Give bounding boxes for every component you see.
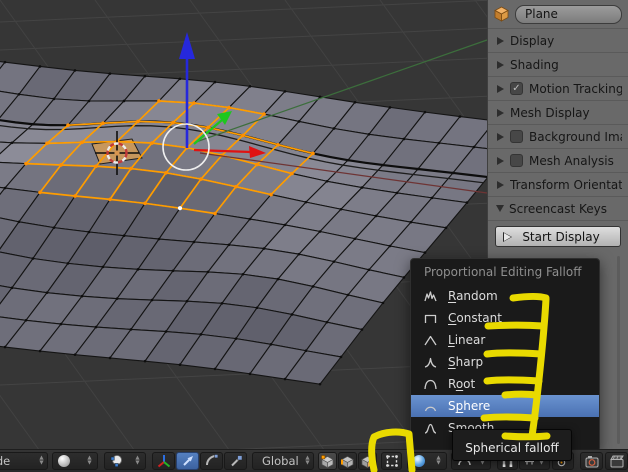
falloff-linear-icon (422, 334, 439, 347)
section-label: Mesh Analysis (529, 154, 614, 168)
mode-dropdown[interactable]: Edit Mode ▲▼ (0, 452, 48, 470)
scale-manipulator-button[interactable] (224, 452, 247, 470)
panel-section-display[interactable]: Display (488, 28, 628, 52)
menu-item-label: Constant (448, 311, 502, 325)
menu-item-label: Linear (448, 333, 485, 347)
section-label: Background Images (529, 130, 622, 144)
falloff-root-icon (422, 378, 439, 391)
section-label: Mesh Display (510, 106, 590, 120)
falloff-random-icon (422, 290, 439, 303)
section-label: Screencast Keys (509, 202, 607, 216)
panel-section-shading[interactable]: Shading (488, 52, 628, 76)
menu-item-label: Root (448, 377, 475, 391)
menu-item-constant[interactable]: Constant (411, 307, 599, 329)
tooltip-text: Spherical falloff (465, 441, 558, 455)
proportional-editing-icon (413, 455, 425, 467)
menu-item-label: Sphere (448, 399, 490, 413)
section-checkbox[interactable] (510, 130, 523, 143)
edge-select-icon (341, 455, 354, 468)
falloff-smooth-icon (422, 422, 439, 435)
pivot-point-icon (109, 454, 123, 468)
falloff-constant-icon (422, 312, 439, 325)
section-checkbox[interactable]: ✓ (510, 82, 523, 95)
menu-item-label: Random (448, 289, 498, 303)
section-checkbox[interactable] (510, 154, 523, 167)
pivot-point-dropdown[interactable]: ▲▼ (104, 452, 146, 470)
stepper-icon: ▲▼ (302, 456, 313, 466)
translate-manipulator-button[interactable] (176, 452, 199, 470)
render-still-button[interactable] (580, 452, 603, 470)
panel-section-screencast-keys[interactable]: Screencast Keys (488, 196, 628, 220)
scale-icon (229, 454, 243, 468)
menu-title: Proportional Editing Falloff (411, 259, 599, 285)
falloff-sphere-icon (422, 400, 439, 413)
proportional-falloff-menu: Proportional Editing Falloff Random Const… (410, 258, 600, 452)
menu-item-sphere[interactable]: Sphere (411, 395, 599, 417)
panel-section-transform-orientations[interactable]: Transform Orientations (488, 172, 628, 196)
face-select-icon (361, 455, 374, 468)
panel-section-motion-tracking[interactable]: ✓ Motion Tracking (488, 76, 628, 100)
translate-arrow-icon (181, 454, 195, 468)
panel-section-mesh-analysis[interactable]: Mesh Analysis (488, 148, 628, 172)
play-icon (503, 232, 512, 242)
clapperboard-icon (610, 455, 624, 468)
section-label: Motion Tracking (529, 82, 622, 96)
menu-item-random[interactable]: Random (411, 285, 599, 307)
object-name-row: Plane (488, 0, 628, 28)
edge-select-button[interactable] (338, 452, 357, 470)
render-animation-button[interactable] (605, 452, 628, 470)
disclosure-triangle-icon[interactable] (497, 133, 504, 141)
vertex-select-button[interactable] (318, 452, 337, 470)
stepper-icon: ▲▼ (84, 456, 95, 466)
screencast-keys-body: Start Display (488, 220, 628, 250)
menu-item-label: Sharp (448, 355, 483, 369)
disclosure-triangle-icon[interactable] (497, 109, 504, 117)
viewport-shading-dropdown[interactable]: ▲▼ (52, 452, 98, 470)
stepper-icon: ▲▼ (132, 456, 143, 466)
transform-orientation-dropdown[interactable]: Global ▲▼ (252, 452, 314, 470)
panel-section-background-images[interactable]: Background Images (488, 124, 628, 148)
start-display-button[interactable]: Start Display (495, 226, 621, 247)
blender-window: Plane Display Shading ✓ Motion Tracking Mesh… (0, 0, 628, 472)
falloff-sharp-icon (422, 356, 439, 369)
disclosure-triangle-icon[interactable] (497, 181, 504, 189)
render-camera-icon (585, 455, 599, 468)
menu-item-linear[interactable]: Linear (411, 329, 599, 351)
disclosure-triangle-icon[interactable] (497, 37, 504, 45)
manipulator-axes-icon (157, 454, 171, 468)
vertex-select-icon (321, 455, 334, 468)
stepper-icon: ▲▼ (36, 456, 47, 466)
section-label: Transform Orientations (510, 178, 622, 192)
panel-scrollbar[interactable] (617, 256, 620, 444)
object-name-field[interactable]: Plane (515, 5, 622, 24)
disclosure-triangle-icon[interactable] (496, 205, 504, 212)
face-select-button[interactable] (358, 452, 377, 470)
menu-item-root[interactable]: Root (411, 373, 599, 395)
rotate-arc-icon (205, 454, 219, 468)
section-label: Display (510, 34, 554, 48)
panel-section-mesh-display[interactable]: Mesh Display (488, 100, 628, 124)
manipulator-toggle-button[interactable] (152, 452, 175, 470)
shading-solid-icon (58, 455, 70, 467)
tooltip: Spherical falloff (452, 429, 572, 461)
disclosure-triangle-icon[interactable] (497, 61, 504, 69)
section-label: Shading (510, 58, 559, 72)
proportional-editing-dropdown[interactable]: ▲▼ (407, 452, 447, 470)
stepper-icon: ▲▼ (433, 456, 444, 466)
disclosure-triangle-icon[interactable] (497, 85, 504, 93)
disclosure-triangle-icon[interactable] (497, 157, 504, 165)
occlude-geometry-icon (385, 454, 399, 468)
mesh-cube-icon (493, 6, 510, 22)
menu-item-sharp[interactable]: Sharp (411, 351, 599, 373)
rotate-manipulator-button[interactable] (200, 452, 223, 470)
limit-to-visible-button[interactable] (381, 452, 402, 470)
